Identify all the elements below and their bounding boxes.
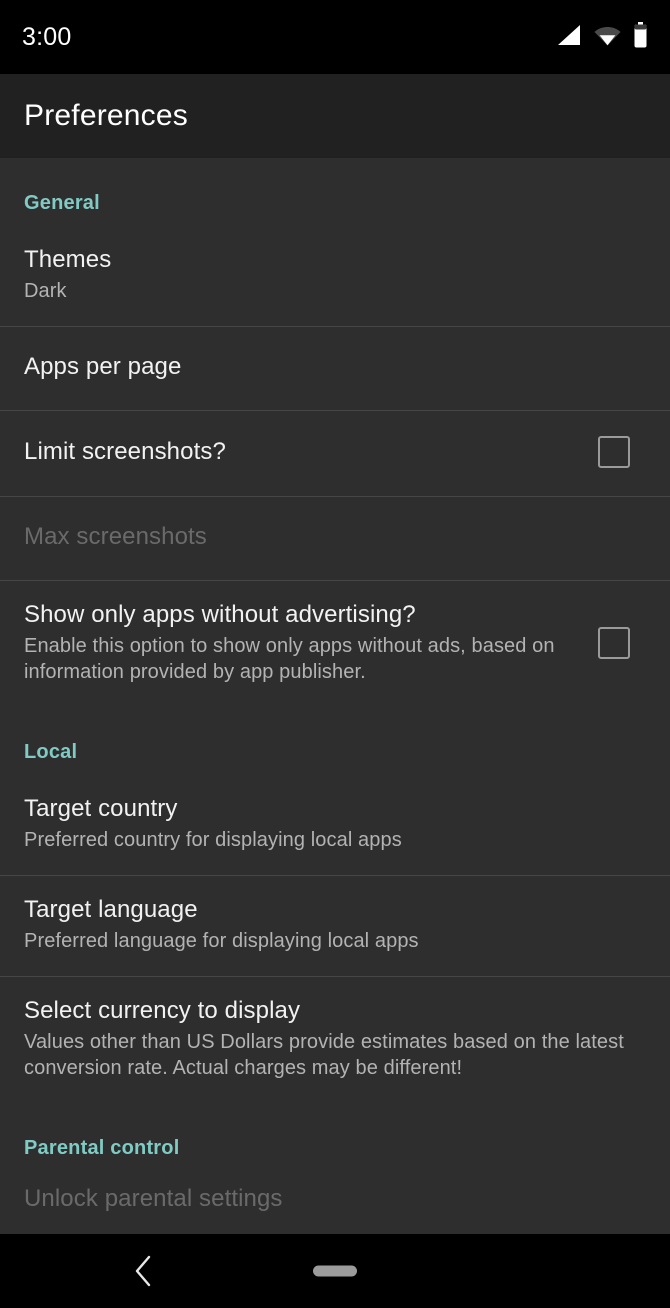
pref-themes[interactable]: Themes Dark [0, 225, 670, 326]
page-title: Preferences [24, 99, 188, 132]
category-title-parental-control: Parental control [24, 1137, 180, 1159]
pref-target-language[interactable]: Target language Preferred language for d… [0, 875, 670, 976]
pref-summary: Preferred country for displaying local a… [24, 829, 402, 851]
category-general: General [0, 158, 670, 225]
status-bar: 3:00 [0, 0, 670, 74]
system-navigation-bar [0, 1234, 670, 1308]
pref-text: Show only apps without advertising? Enab… [24, 600, 598, 685]
back-icon[interactable] [120, 1234, 168, 1308]
pref-text: Target country Preferred country for dis… [24, 794, 646, 853]
pref-text: Themes Dark [24, 245, 646, 304]
pref-target-country[interactable]: Target country Preferred country for dis… [0, 774, 670, 875]
signal-icon [556, 23, 582, 52]
preferences-list[interactable]: General Themes Dark Apps per page Limit … [0, 158, 670, 1234]
pref-apps-per-page[interactable]: Apps per page [0, 326, 670, 410]
pref-title: Limit screenshots? [24, 438, 226, 465]
pref-title: Select currency to display [24, 997, 301, 1024]
pref-title: Show only apps without advertising? [24, 601, 416, 628]
pref-title: Unlock parental settings [24, 1185, 283, 1212]
wifi-icon [594, 24, 621, 51]
pref-summary: Enable this option to show only apps wit… [24, 635, 555, 683]
pref-title: Apps per page [24, 353, 182, 380]
category-local: Local [0, 707, 670, 774]
category-parental-control: Parental control [0, 1103, 670, 1170]
battery-icon [633, 21, 648, 53]
status-bar-clock: 3:00 [22, 22, 72, 51]
checkbox-no-advertising[interactable] [598, 626, 630, 659]
checkbox-limit-screenshots[interactable] [598, 436, 630, 468]
category-title-general: General [24, 192, 100, 214]
pref-title: Target language [24, 896, 198, 923]
pref-unlock-parental-settings: Unlock parental settings [0, 1170, 670, 1214]
pref-title: Themes [24, 246, 112, 273]
pref-summary: Values other than US Dollars provide est… [24, 1031, 624, 1079]
pref-no-advertising[interactable]: Show only apps without advertising? Enab… [0, 580, 670, 707]
status-bar-icons [556, 21, 648, 53]
pref-text: Max screenshots [24, 522, 646, 552]
pref-text: Select currency to display Values other … [24, 996, 646, 1081]
home-handle-icon[interactable] [313, 1265, 357, 1277]
pref-text: Apps per page [24, 352, 646, 382]
pref-limit-screenshots[interactable]: Limit screenshots? [0, 410, 670, 496]
pref-summary: Dark [24, 280, 67, 302]
pref-select-currency[interactable]: Select currency to display Values other … [0, 976, 670, 1103]
app-bar: Preferences [0, 74, 670, 158]
pref-text: Unlock parental settings [24, 1184, 646, 1214]
pref-title: Target country [24, 795, 178, 822]
pref-summary: Preferred language for displaying local … [24, 930, 419, 952]
pref-title: Max screenshots [24, 523, 207, 550]
pref-text: Target language Preferred language for d… [24, 895, 646, 954]
category-title-local: Local [24, 741, 78, 763]
pref-max-screenshots: Max screenshots [0, 496, 670, 580]
app-screen: 3:00 Preferences General Themes Dark App… [0, 0, 670, 1308]
pref-text: Limit screenshots? [24, 437, 598, 467]
